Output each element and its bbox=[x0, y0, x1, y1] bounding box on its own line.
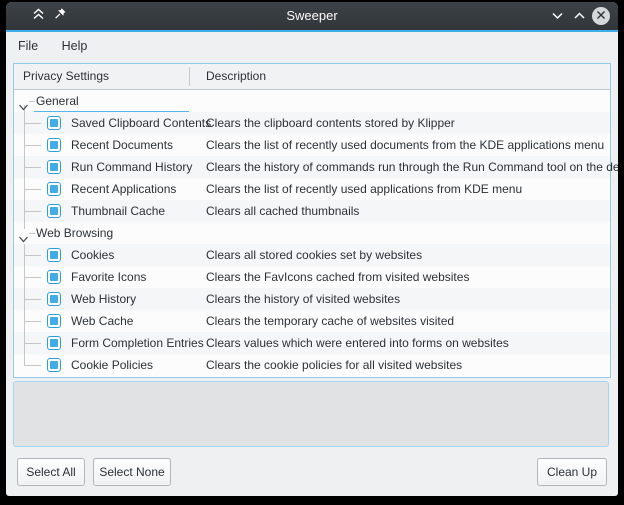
item-checkbox[interactable] bbox=[47, 292, 61, 306]
tree-item-label: Form Completion Entries bbox=[71, 332, 204, 354]
close-button[interactable] bbox=[592, 7, 610, 25]
tree-item-label: Cookies bbox=[71, 244, 114, 266]
maximize-button[interactable] bbox=[571, 8, 587, 24]
item-description: Clears the history of visited websites bbox=[206, 288, 400, 310]
item-description: Clears the clipboard contents stored by … bbox=[206, 112, 455, 134]
item-description: Clears the FavIcons cached from visited … bbox=[206, 266, 469, 288]
checkbox-checked-mark bbox=[50, 163, 58, 171]
item-checkbox[interactable] bbox=[47, 138, 61, 152]
item-checkbox[interactable] bbox=[47, 248, 61, 262]
circle-x-icon bbox=[596, 7, 606, 25]
checkbox-checked-mark bbox=[50, 339, 58, 347]
column-separator[interactable] bbox=[189, 67, 190, 86]
chevron-up-icon bbox=[573, 7, 586, 25]
menu-help[interactable]: Help bbox=[62, 32, 88, 60]
tree-group-label: General bbox=[36, 90, 79, 112]
tree-group-row[interactable]: General bbox=[14, 90, 610, 112]
tree-item-label: Saved Clipboard Contents bbox=[71, 112, 211, 134]
tree-item-row[interactable]: Recent Applications Clears the list of re… bbox=[14, 178, 610, 200]
window-title: Sweeper bbox=[6, 2, 618, 30]
item-checkbox[interactable] bbox=[47, 314, 61, 328]
checkbox-checked-mark bbox=[50, 295, 58, 303]
cleanup-log-panel[interactable] bbox=[13, 381, 609, 447]
item-checkbox[interactable] bbox=[47, 336, 61, 350]
tree-item-row[interactable]: Form Completion EntriesClears values whi… bbox=[14, 332, 610, 354]
menu-file[interactable]: File bbox=[18, 32, 38, 60]
tree-branch-line bbox=[24, 123, 41, 124]
tree-item-label: Web Cache bbox=[71, 310, 133, 332]
item-checkbox[interactable] bbox=[47, 182, 61, 196]
minimize-button[interactable] bbox=[549, 8, 565, 24]
tree-item-label: Recent Documents bbox=[71, 134, 173, 156]
tree-item-label: Favorite Icons bbox=[71, 266, 146, 288]
checkbox-checked-mark bbox=[50, 141, 58, 149]
item-description: Clears the temporary cache of websites v… bbox=[206, 310, 454, 332]
checkbox-checked-mark bbox=[50, 273, 58, 281]
tree-item-row[interactable]: Favorite Icons Clears the FavIcons cached… bbox=[14, 266, 610, 288]
checkbox-checked-mark bbox=[50, 251, 58, 259]
tree-item-row[interactable]: Recent Documents Clears the list of recen… bbox=[14, 134, 610, 156]
item-description: Clears values which were entered into fo… bbox=[206, 332, 509, 354]
tree-branch-line bbox=[29, 233, 35, 234]
tree-item-row[interactable]: Cookie Policies Clears the cookie policie… bbox=[14, 354, 610, 376]
tree-item-row[interactable]: Web History Clears the history of visited… bbox=[14, 288, 610, 310]
tree-branch-line bbox=[24, 211, 41, 212]
titlebar[interactable]: Sweeper bbox=[6, 2, 618, 30]
sweeper-window: Sweeper File bbox=[6, 2, 618, 496]
item-checkbox[interactable] bbox=[47, 270, 61, 284]
checkbox-checked-mark bbox=[50, 207, 58, 215]
tree-item-row[interactable]: Run Command HistoryClears the history of… bbox=[14, 156, 610, 178]
tree-branch-line bbox=[24, 365, 41, 366]
checkbox-checked-mark bbox=[50, 317, 58, 325]
checkbox-checked-mark bbox=[50, 185, 58, 193]
item-checkbox[interactable] bbox=[47, 160, 61, 174]
chevron-down-icon bbox=[551, 7, 564, 25]
tree-branch-line bbox=[24, 277, 41, 278]
privacy-settings-table[interactable]: Privacy Settings Description GeneralSave… bbox=[13, 63, 611, 378]
tree-group-label: Web Browsing bbox=[36, 222, 113, 244]
column-header-privacy-settings[interactable]: Privacy Settings bbox=[23, 64, 109, 89]
item-checkbox[interactable] bbox=[47, 358, 61, 372]
tree-item-row[interactable]: Web Cache Clears the temporary cache of w… bbox=[14, 310, 610, 332]
tree-item-row[interactable]: Thumbnail Cache Clears all cached thumbna… bbox=[14, 200, 610, 222]
tree-branch-line bbox=[24, 321, 41, 322]
table-body: GeneralSaved Clipboard ContentsClears th… bbox=[14, 90, 610, 376]
select-none-button[interactable]: Select None bbox=[93, 458, 171, 486]
tree-item-row[interactable]: Cookies Clears all stored cookies set by … bbox=[14, 244, 610, 266]
tree-item-label: Recent Applications bbox=[71, 178, 176, 200]
tree-item-label: Thumbnail Cache bbox=[71, 200, 165, 222]
tree-branch-line bbox=[24, 189, 41, 190]
tree-branch-line bbox=[24, 167, 41, 168]
column-header-description[interactable]: Description bbox=[206, 64, 266, 89]
tree-item-label: Cookie Policies bbox=[71, 354, 153, 376]
tree-branch-line bbox=[24, 343, 41, 344]
tree-branch-line bbox=[29, 101, 35, 102]
item-description: Clears the list of recently used applica… bbox=[206, 178, 522, 200]
tree-item-label: Web History bbox=[71, 288, 136, 310]
item-description: Clears all stored cookies set by website… bbox=[206, 244, 422, 266]
checkbox-checked-mark bbox=[50, 361, 58, 369]
item-checkbox[interactable] bbox=[47, 116, 61, 130]
tree-item-row[interactable]: Saved Clipboard ContentsClears the clipb… bbox=[14, 112, 610, 134]
tree-branch-line bbox=[24, 222, 25, 229]
item-checkbox[interactable] bbox=[47, 204, 61, 218]
item-description: Clears the history of commands run throu… bbox=[206, 156, 618, 178]
tree-branch-line bbox=[24, 299, 41, 300]
tree-group-row[interactable]: Web Browsing bbox=[14, 222, 610, 244]
table-header: Privacy Settings Description bbox=[14, 64, 610, 90]
tree-item-label: Run Command History bbox=[71, 156, 192, 178]
tree-branch-line bbox=[24, 145, 41, 146]
tree-branch-line bbox=[24, 354, 25, 365]
tree-branch-line bbox=[24, 255, 41, 256]
item-description: Clears the list of recently used documen… bbox=[206, 134, 604, 156]
clean-up-button[interactable]: Clean Up bbox=[537, 458, 607, 486]
item-description: Clears the cookie policies for all visit… bbox=[206, 354, 462, 376]
menubar: File Help bbox=[6, 32, 618, 60]
item-description: Clears all cached thumbnails bbox=[206, 200, 359, 222]
select-all-button[interactable]: Select All bbox=[17, 458, 85, 486]
checkbox-checked-mark bbox=[50, 119, 58, 127]
